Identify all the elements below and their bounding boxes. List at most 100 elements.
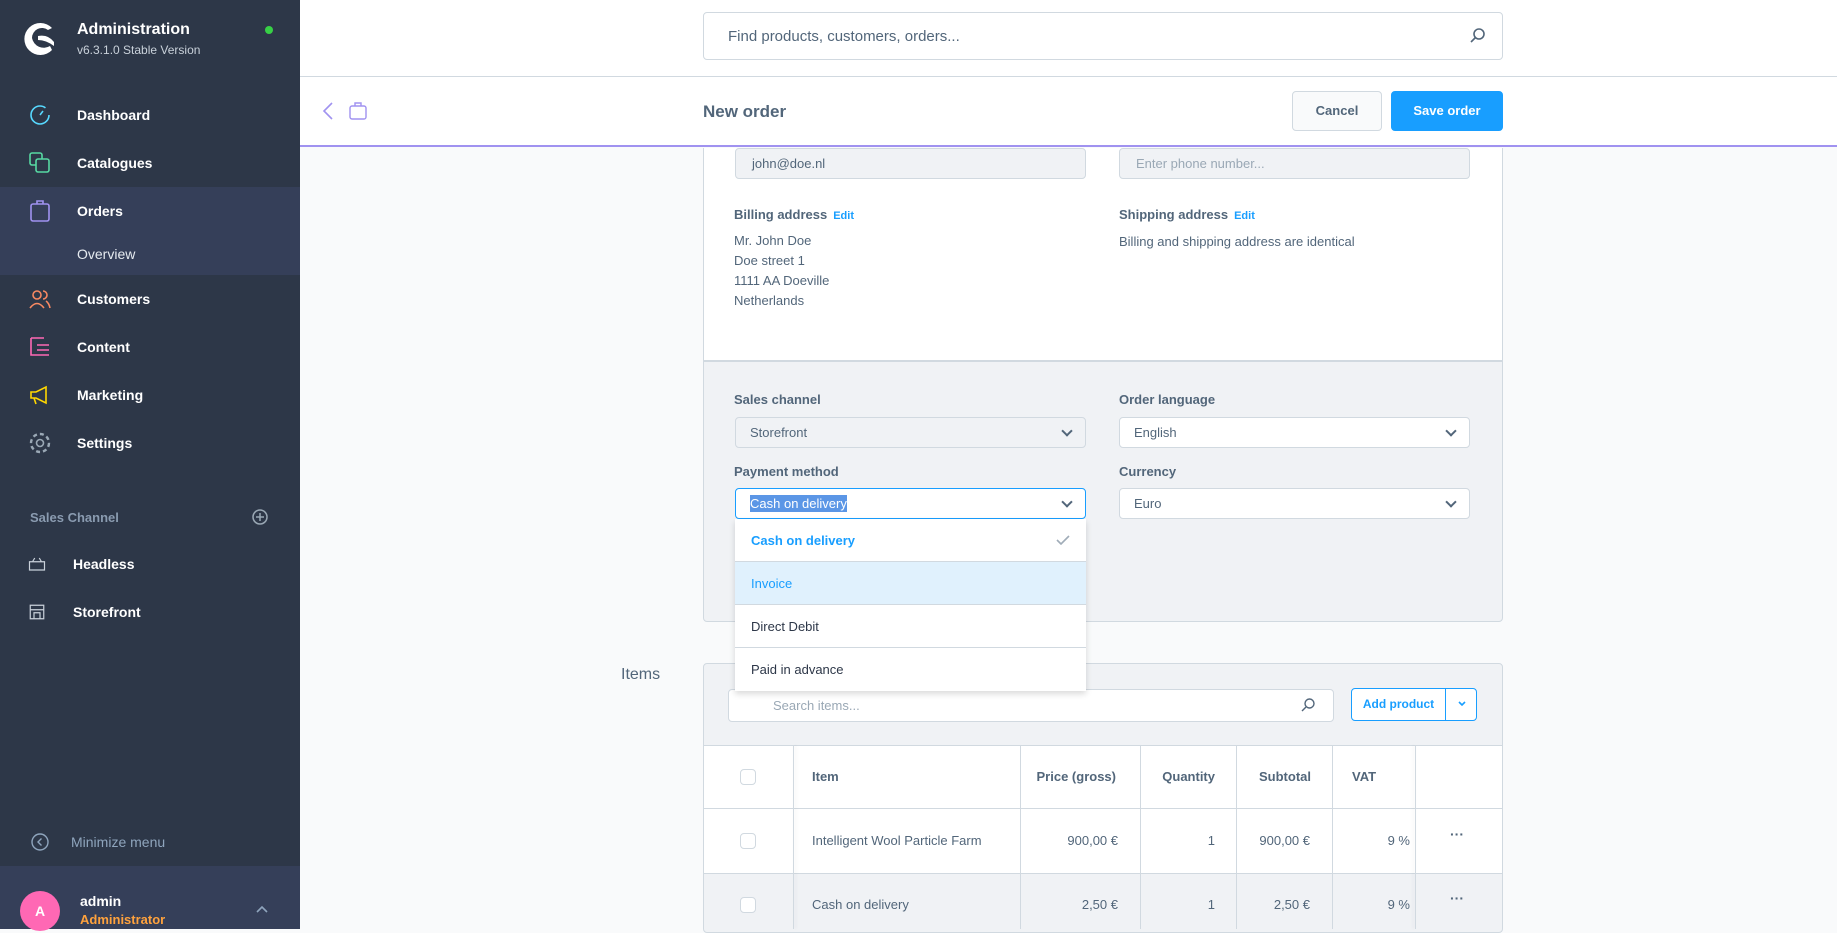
select-all-checkbox[interactable] xyxy=(740,769,756,785)
add-product-button-group: Add product xyxy=(1351,688,1477,721)
gear-icon xyxy=(29,432,51,454)
basket-icon xyxy=(28,557,46,571)
megaphone-icon xyxy=(30,385,47,405)
add-product-button[interactable]: Add product xyxy=(1352,689,1445,720)
email-field[interactable]: john@doe.nl xyxy=(735,148,1086,179)
shopping-bag-icon xyxy=(30,200,50,222)
column-header-vat[interactable]: VAT xyxy=(1352,769,1376,784)
cell-item: Intelligent Wool Particle Farm xyxy=(812,833,982,848)
nav-customers[interactable]: Customers xyxy=(0,275,300,323)
row-checkbox[interactable] xyxy=(740,897,756,913)
nav-catalogues[interactable]: Catalogues xyxy=(0,139,300,187)
chevron-down-icon xyxy=(1061,425,1073,437)
address-line: 1111 AA Doeville xyxy=(734,273,830,288)
storefront-icon xyxy=(29,604,45,620)
items-title: Items xyxy=(621,666,661,683)
back-icon[interactable] xyxy=(322,101,334,121)
shipping-address-heading: Shipping address Edit xyxy=(1119,206,1255,222)
nav-content[interactable]: Content xyxy=(0,323,300,371)
sales-channel-storefront[interactable]: Storefront xyxy=(0,588,300,636)
option-direct-debit[interactable]: Direct Debit xyxy=(735,605,1086,648)
sidebar: Administration v6.3.1.0 Stable Version D… xyxy=(0,0,300,931)
row-checkbox[interactable] xyxy=(740,833,756,849)
row-actions-icon[interactable]: ··· xyxy=(1450,890,1464,906)
nav-orders-overview[interactable]: Overview xyxy=(77,246,135,262)
brand-title: Administration xyxy=(77,21,190,38)
shopping-bag-icon xyxy=(349,102,367,120)
search-icon[interactable] xyxy=(1300,697,1316,713)
nav-label: Orders xyxy=(77,203,123,219)
minimize-menu[interactable]: Minimize menu xyxy=(71,834,165,850)
search-icon[interactable] xyxy=(1469,27,1487,45)
shipping-address-label: Shipping address xyxy=(1119,207,1229,222)
row-actions-icon[interactable]: ··· xyxy=(1450,826,1464,842)
add-sales-channel-icon[interactable] xyxy=(252,509,268,525)
column-header-price[interactable]: Price (gross) xyxy=(1020,769,1116,784)
cell-vat: 9 % xyxy=(1387,833,1410,848)
global-search-input[interactable]: Find products, customers, orders... xyxy=(703,12,1503,60)
phone-field[interactable]: Enter phone number... xyxy=(1119,148,1470,179)
chevron-down-icon xyxy=(1445,496,1457,508)
option-paid-in-advance[interactable]: Paid in advance xyxy=(735,648,1086,691)
save-order-button[interactable]: Save order xyxy=(1391,91,1503,131)
nav-label: Settings xyxy=(77,435,133,451)
nav-dashboard[interactable]: Dashboard xyxy=(0,91,300,139)
chevron-down-icon xyxy=(1061,496,1073,508)
cell-price: 900,00 € xyxy=(1067,833,1118,848)
search-items-input[interactable]: Search items... xyxy=(728,689,1334,722)
page-header xyxy=(300,77,1837,147)
user-role: Administrator xyxy=(80,912,166,927)
shopware-logo-icon xyxy=(24,23,54,55)
nav-marketing[interactable]: Marketing xyxy=(0,371,300,419)
brand-version: v6.3.1.0 Stable Version xyxy=(77,43,201,57)
cell-subtotal: 900,00 € xyxy=(1259,833,1310,848)
chevron-down-icon[interactable] xyxy=(1458,701,1466,707)
user-name: admin xyxy=(80,893,122,909)
avatar: A xyxy=(20,891,60,931)
chevron-up-icon[interactable] xyxy=(256,905,268,913)
column-divider xyxy=(1415,745,1416,929)
option-invoice[interactable]: Invoice xyxy=(735,562,1086,605)
address-line: Mr. John Doe xyxy=(734,233,812,248)
divider xyxy=(1445,689,1446,720)
billing-address-heading: Billing address Edit xyxy=(734,206,854,222)
column-header-subtotal[interactable]: Subtotal xyxy=(1236,769,1311,784)
sales-channel-headless[interactable]: Headless xyxy=(0,540,300,588)
shipping-edit-link[interactable]: Edit xyxy=(1234,210,1255,222)
cell-price: 2,50 € xyxy=(1081,897,1118,912)
nav-label: Headless xyxy=(73,556,135,572)
select-value: Euro xyxy=(1134,496,1162,511)
column-header-item[interactable]: Item xyxy=(812,769,839,784)
address-line: Netherlands xyxy=(734,293,805,308)
select-value[interactable]: Cash on delivery xyxy=(750,495,847,512)
chevron-down-icon xyxy=(1445,425,1457,437)
currency-label: Currency xyxy=(1119,464,1177,479)
billing-edit-link[interactable]: Edit xyxy=(833,210,854,222)
select-value: Storefront xyxy=(750,425,808,440)
column-divider xyxy=(793,745,794,929)
payment-method-dropdown: Cash on delivery Invoice Direct Debit Pa… xyxy=(735,519,1086,691)
users-icon xyxy=(29,290,51,309)
payment-method-label: Payment method xyxy=(734,464,839,479)
order-language-select[interactable]: English xyxy=(1119,417,1470,448)
select-value: English xyxy=(1134,425,1177,440)
billing-address: Mr. John Doe Doe street 1 1111 AA Doevil… xyxy=(734,231,829,311)
sales-channel-select[interactable]: Storefront xyxy=(735,417,1086,448)
nav-label: Marketing xyxy=(77,387,144,403)
cancel-button[interactable]: Cancel xyxy=(1292,91,1382,131)
cell-quantity: 1 xyxy=(1207,833,1215,848)
status-indicator xyxy=(265,26,273,34)
minimize-icon[interactable] xyxy=(31,833,49,851)
nav-orders[interactable]: Orders xyxy=(0,187,300,235)
sales-channel-title: Sales Channel xyxy=(30,510,119,525)
order-language-label: Order language xyxy=(1119,392,1216,407)
nav-label: Storefront xyxy=(73,604,141,620)
products-icon xyxy=(29,152,50,173)
column-header-quantity[interactable]: Quantity xyxy=(1140,769,1215,784)
nav-settings[interactable]: Settings xyxy=(0,419,300,467)
currency-select[interactable]: Euro xyxy=(1119,488,1470,519)
option-cash-on-delivery[interactable]: Cash on delivery xyxy=(735,519,1086,562)
cell-item: Cash on delivery xyxy=(812,897,909,912)
page-title: New order xyxy=(703,102,787,121)
payment-method-select[interactable]: Cash on delivery xyxy=(735,488,1086,519)
